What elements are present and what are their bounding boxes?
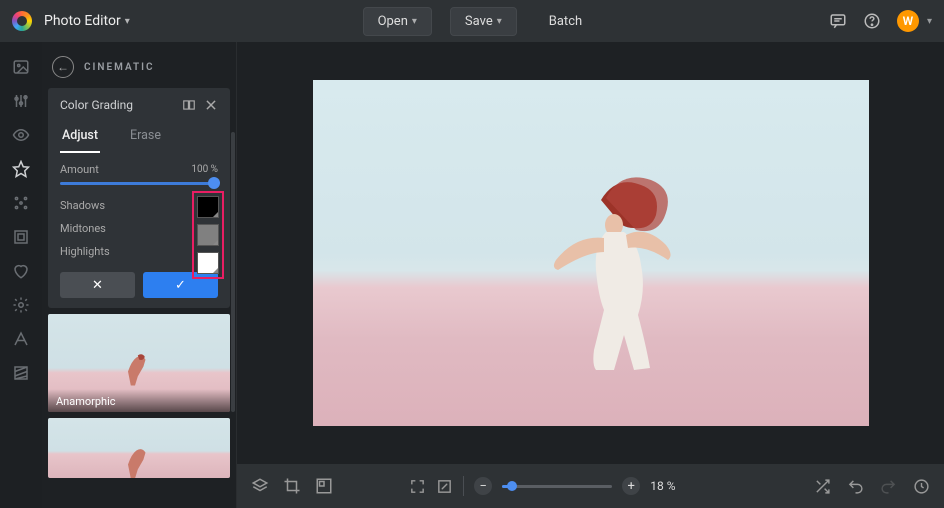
- star-icon[interactable]: [12, 160, 30, 178]
- crop-icon[interactable]: [283, 477, 301, 495]
- back-button[interactable]: ←: [52, 56, 74, 78]
- card-title: Color Grading: [60, 98, 133, 112]
- shadows-label: Shadows: [60, 199, 105, 212]
- shuffle-icon[interactable]: [814, 478, 831, 495]
- layers-icon[interactable]: [251, 477, 269, 495]
- divider: [463, 476, 464, 496]
- gear-icon[interactable]: [12, 296, 30, 314]
- avatar: W: [897, 10, 919, 32]
- expand-icon[interactable]: [436, 478, 453, 495]
- chevron-down-icon: ▾: [125, 16, 130, 27]
- tool-rail: [0, 42, 42, 508]
- preset-item[interactable]: [48, 418, 230, 478]
- cancel-button[interactable]: ✕: [60, 272, 135, 298]
- eye-icon[interactable]: [12, 126, 30, 144]
- zoom-out-button[interactable]: −: [474, 477, 492, 495]
- shadows-swatch[interactable]: [197, 196, 219, 218]
- tab-erase[interactable]: Erase: [128, 122, 163, 153]
- panel-title: CINEMATIC: [84, 62, 155, 73]
- swatch-highlight-box: [192, 191, 224, 279]
- save-button[interactable]: Save▾: [450, 7, 517, 36]
- app-logo[interactable]: [12, 11, 32, 31]
- chevron-down-icon: ▾: [927, 16, 932, 27]
- amount-slider[interactable]: [60, 182, 218, 185]
- tab-adjust[interactable]: Adjust: [60, 122, 100, 153]
- canvas[interactable]: [237, 42, 944, 464]
- highlights-label: Highlights: [60, 245, 110, 258]
- midtones-label: Midtones: [60, 222, 106, 235]
- chevron-down-icon: ▾: [497, 16, 502, 27]
- color-grading-card: Color Grading Adjust Erase Amount 100 % …: [48, 88, 230, 308]
- preset-label: Anamorphic: [48, 389, 230, 412]
- zoom-value: 18 %: [650, 479, 675, 493]
- adjust-icon[interactable]: [12, 92, 30, 110]
- help-icon[interactable]: [863, 12, 881, 30]
- batch-button[interactable]: Batch: [535, 7, 596, 36]
- photo: [313, 80, 869, 426]
- preset-anamorphic[interactable]: Anamorphic: [48, 314, 230, 412]
- app-title-dropdown[interactable]: Photo Editor ▾: [44, 13, 130, 29]
- texture-icon[interactable]: [12, 364, 30, 382]
- midtones-swatch[interactable]: [197, 224, 219, 246]
- fit-icon[interactable]: [409, 478, 426, 495]
- bottom-bar: − + 18 %: [237, 464, 944, 508]
- undo-icon[interactable]: [847, 478, 864, 495]
- sparkle-icon[interactable]: [12, 194, 30, 212]
- history-icon[interactable]: [913, 478, 930, 495]
- topbar: Photo Editor ▾ Open▾ Save▾ Batch W ▾: [0, 0, 944, 42]
- grid-icon[interactable]: [315, 477, 333, 495]
- zoom-slider[interactable]: [502, 485, 612, 488]
- app-title-label: Photo Editor: [44, 13, 121, 29]
- frame-icon[interactable]: [12, 228, 30, 246]
- panel-scrollbar[interactable]: [231, 132, 235, 412]
- amount-label: Amount: [60, 163, 99, 176]
- open-button[interactable]: Open▾: [363, 7, 432, 36]
- canvas-area: − + 18 %: [237, 42, 944, 508]
- side-panel: ← CINEMATIC Color Grading Adjust Erase A…: [42, 42, 237, 508]
- compare-icon[interactable]: [182, 98, 196, 112]
- zoom-in-button[interactable]: +: [622, 477, 640, 495]
- amount-value: 100 %: [191, 164, 218, 175]
- redo-icon[interactable]: [880, 478, 897, 495]
- text-icon[interactable]: [12, 330, 30, 348]
- chat-icon[interactable]: [829, 12, 847, 30]
- chevron-down-icon: ▾: [412, 16, 417, 27]
- account-menu[interactable]: W ▾: [897, 10, 932, 32]
- highlights-swatch[interactable]: [197, 252, 219, 274]
- image-icon[interactable]: [12, 58, 30, 76]
- close-icon[interactable]: [204, 98, 218, 112]
- heart-icon[interactable]: [12, 262, 30, 280]
